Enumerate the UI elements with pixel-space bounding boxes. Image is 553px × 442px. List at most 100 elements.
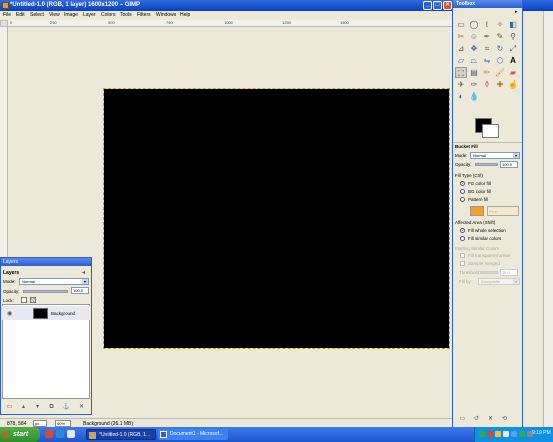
text-icon[interactable]: A: [507, 55, 519, 66]
fill-opacity-slider[interactable]: [475, 163, 498, 166]
clock[interactable]: 9:19 PM: [532, 430, 551, 436]
free-select-icon[interactable]: ℓ: [481, 19, 493, 30]
tray-icon[interactable]: [503, 431, 509, 437]
layers-opacity-slider[interactable]: [23, 290, 68, 293]
image-canvas[interactable]: [103, 88, 450, 349]
visibility-eye-icon[interactable]: ◉: [7, 310, 12, 317]
paintbrush-icon[interactable]: 🖌: [494, 67, 506, 78]
fill-selection-radio[interactable]: [460, 228, 465, 233]
minimize-button[interactable]: _: [423, 1, 432, 10]
reset-options-icon[interactable]: ⟲: [501, 416, 508, 423]
smudge-icon[interactable]: ☝: [507, 79, 519, 90]
fg-fill-label[interactable]: FG color fill: [468, 181, 491, 186]
toolbox-menu-icon[interactable]: ▸: [515, 9, 518, 15]
scissors-icon[interactable]: ✂: [455, 31, 467, 42]
threshold-slider[interactable]: [480, 271, 498, 274]
horizontal-ruler[interactable]: 0 250 500 750 1000 1250 1500: [8, 20, 452, 27]
lock-alpha-checkbox[interactable]: [21, 297, 27, 303]
task-gimp[interactable]: *Untitled-1.0 (RGB, 1...: [86, 429, 156, 440]
pencil-icon[interactable]: ✏: [481, 67, 493, 78]
flip-icon[interactable]: ⇋: [481, 55, 493, 66]
maximize-button[interactable]: □: [433, 1, 442, 10]
pattern-name-field[interactable]: Pine: [487, 206, 519, 216]
ink-icon[interactable]: ✑: [468, 79, 480, 90]
fuzzy-select-icon[interactable]: ✧: [494, 19, 506, 30]
airbrush-icon[interactable]: ✈: [455, 79, 467, 90]
layers-opacity-input[interactable]: 100.0: [71, 287, 89, 294]
dodge-burn-icon[interactable]: ◐: [455, 91, 467, 102]
menu-filters[interactable]: Filters: [137, 12, 151, 18]
rect-select-icon[interactable]: ▭: [455, 19, 467, 30]
delete-layer-icon[interactable]: ✕: [78, 404, 85, 411]
ie-icon[interactable]: [56, 430, 64, 438]
zoom-selector[interactable]: 50%: [55, 420, 71, 427]
rotate-icon[interactable]: ↻: [494, 43, 506, 54]
menu-view[interactable]: View: [49, 12, 60, 18]
toolbox-title[interactable]: Toolbox: [453, 0, 522, 8]
tray-icon[interactable]: [511, 431, 517, 437]
ruler-corner-button[interactable]: [0, 20, 8, 27]
sample-merged-checkbox[interactable]: [460, 261, 465, 266]
layer-name[interactable]: Background: [51, 311, 75, 316]
tray-icon[interactable]: [495, 431, 501, 437]
lock-alpha-icon[interactable]: [30, 297, 36, 303]
lower-layer-icon[interactable]: ▾: [34, 404, 41, 411]
fill-selection-label[interactable]: Fill whole selection: [468, 228, 506, 233]
menu-file[interactable]: File: [3, 12, 11, 18]
fill-transparent-checkbox[interactable]: [460, 253, 465, 258]
pattern-swatch[interactable]: [470, 206, 484, 216]
eraser-icon[interactable]: ▰: [507, 67, 519, 78]
cage-icon[interactable]: ⬡: [494, 55, 506, 66]
menu-colors[interactable]: Colors: [101, 12, 115, 18]
blend-icon[interactable]: ▤: [468, 67, 480, 78]
pattern-fill-label[interactable]: Pattern fill: [468, 197, 488, 202]
menu-image[interactable]: Image: [64, 12, 78, 18]
fill-opacity-input[interactable]: 100.0: [500, 161, 518, 168]
unit-selector[interactable]: px: [33, 420, 47, 427]
clone-icon[interactable]: ⚱: [481, 79, 493, 90]
fill-similar-radio[interactable]: [460, 236, 465, 241]
quicklaunch-icon[interactable]: [45, 430, 53, 438]
foreground-select-icon[interactable]: ☺: [468, 31, 480, 42]
fill-by-select[interactable]: Composite ▾: [478, 278, 520, 285]
vertical-scrollbar[interactable]: [543, 11, 553, 427]
background-color-swatch[interactable]: [482, 124, 499, 138]
perspective-icon[interactable]: ⏢: [468, 55, 480, 66]
ellipse-select-icon[interactable]: ◯: [468, 19, 480, 30]
menu-edit[interactable]: Edit: [16, 12, 25, 18]
desktop-icon[interactable]: [67, 430, 75, 438]
paths-icon[interactable]: ✒: [481, 31, 493, 42]
menu-help[interactable]: Help: [180, 12, 190, 18]
layers-mode-select[interactable]: Normal ▾: [19, 278, 89, 285]
scale-icon[interactable]: ⤢: [507, 43, 519, 54]
panel-menu-icon[interactable]: ◂: [82, 269, 85, 276]
close-button[interactable]: ×: [443, 1, 452, 10]
color-picker-icon[interactable]: ✎: [494, 31, 506, 42]
duplicate-layer-icon[interactable]: ⧉: [48, 404, 55, 411]
heal-icon[interactable]: ✚: [494, 79, 506, 90]
new-layer-icon[interactable]: ▭: [6, 404, 13, 411]
bg-fill-radio[interactable]: [460, 189, 465, 194]
start-button[interactable]: start: [0, 427, 40, 442]
fill-similar-label[interactable]: Fill similar colors: [468, 236, 501, 241]
menu-tools[interactable]: Tools: [120, 12, 132, 18]
save-options-icon[interactable]: ▭: [459, 416, 466, 423]
menu-layer[interactable]: Layer: [83, 12, 96, 18]
zoom-icon[interactable]: ⚲: [507, 31, 519, 42]
layers-window-title[interactable]: Layers: [1, 258, 91, 266]
task-word[interactable]: Document1 - Microsof...: [158, 429, 228, 440]
tray-icon[interactable]: [487, 431, 493, 437]
threshold-input[interactable]: 15.0: [500, 269, 518, 276]
delete-options-icon[interactable]: ✕: [487, 416, 494, 423]
move-icon[interactable]: ✥: [468, 43, 480, 54]
shear-icon[interactable]: ▱: [455, 55, 467, 66]
restore-options-icon[interactable]: ↺: [473, 416, 480, 423]
color-select-icon[interactable]: ◧: [507, 19, 519, 30]
crop-icon[interactable]: ⌗: [481, 43, 493, 54]
bg-fill-label[interactable]: BG color fill: [468, 189, 491, 194]
raise-layer-icon[interactable]: ▴: [20, 404, 27, 411]
tray-icon[interactable]: [479, 431, 485, 437]
pattern-fill-radio[interactable]: [460, 197, 465, 202]
measure-icon[interactable]: ⊿: [455, 43, 467, 54]
menu-select[interactable]: Select: [30, 12, 44, 18]
